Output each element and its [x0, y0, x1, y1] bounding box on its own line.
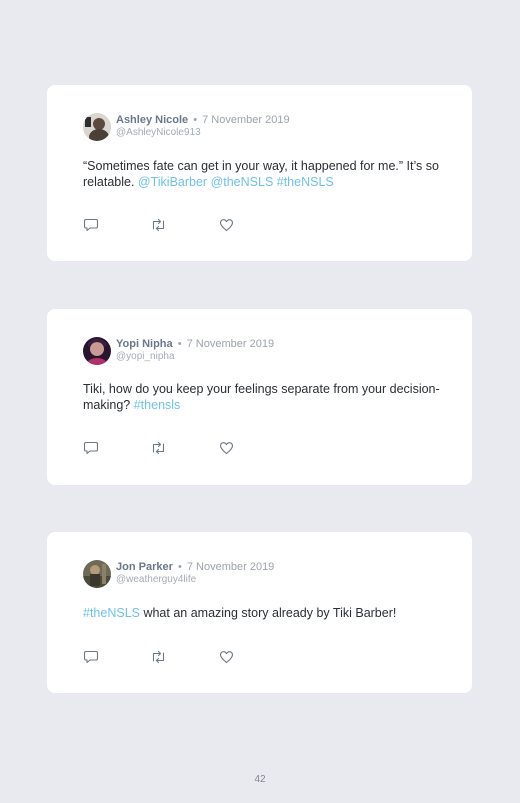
avatar[interactable] [83, 113, 111, 141]
author-handle[interactable]: @yopi_nipha [116, 351, 175, 363]
separator: • [177, 561, 182, 573]
tweet-text: “Sometimes fate can get in your way, it … [83, 159, 443, 190]
tweet-text: Tiki, how do you keep your feelings sepa… [83, 382, 443, 413]
reply-icon[interactable] [83, 650, 99, 669]
reply-icon[interactable] [83, 441, 99, 460]
tweet-link[interactable]: #theNSLS [83, 606, 140, 620]
like-icon[interactable] [219, 650, 234, 669]
separator: • [193, 114, 198, 126]
avatar[interactable] [83, 560, 111, 588]
tweet-date: 7 November 2019 [186, 561, 275, 573]
tweet-card: Ashley Nicole • 7 November 2019 @AshleyN… [47, 85, 472, 261]
tweet-text: #theNSLS what an amazing story already b… [83, 606, 443, 622]
page-number: 42 [254, 774, 266, 785]
tweet-date: 7 November 2019 [202, 114, 290, 126]
tweet-link[interactable]: @TikiBarber @theNSLS #theNSLS [138, 175, 334, 189]
tweet-text-plain-end: what an amazing story already by Tiki Ba… [139, 606, 397, 620]
retweet-icon[interactable] [150, 650, 167, 669]
tweet-link[interactable]: #thensls [134, 398, 181, 412]
tweet-date: 7 November 2019 [186, 338, 275, 350]
author-name[interactable]: Ashley Nicole [116, 114, 188, 126]
separator: • [177, 338, 182, 350]
retweet-icon[interactable] [150, 441, 167, 460]
author-name[interactable]: Jon Parker [116, 561, 173, 573]
avatar[interactable] [83, 337, 111, 365]
reply-icon[interactable] [83, 218, 99, 237]
tweet-card: Yopi Nipha • 7 November 2019 @yopi_nipha… [47, 309, 472, 485]
retweet-icon[interactable] [150, 218, 167, 237]
author-handle[interactable]: @AshleyNicole913 [116, 127, 201, 139]
like-icon[interactable] [219, 218, 234, 237]
like-icon[interactable] [219, 441, 234, 460]
tweet-card: Jon Parker • 7 November 2019 @weatherguy… [47, 532, 472, 693]
author-name[interactable]: Yopi Nipha [116, 338, 173, 350]
author-handle[interactable]: @weatherguy4life [116, 574, 196, 586]
